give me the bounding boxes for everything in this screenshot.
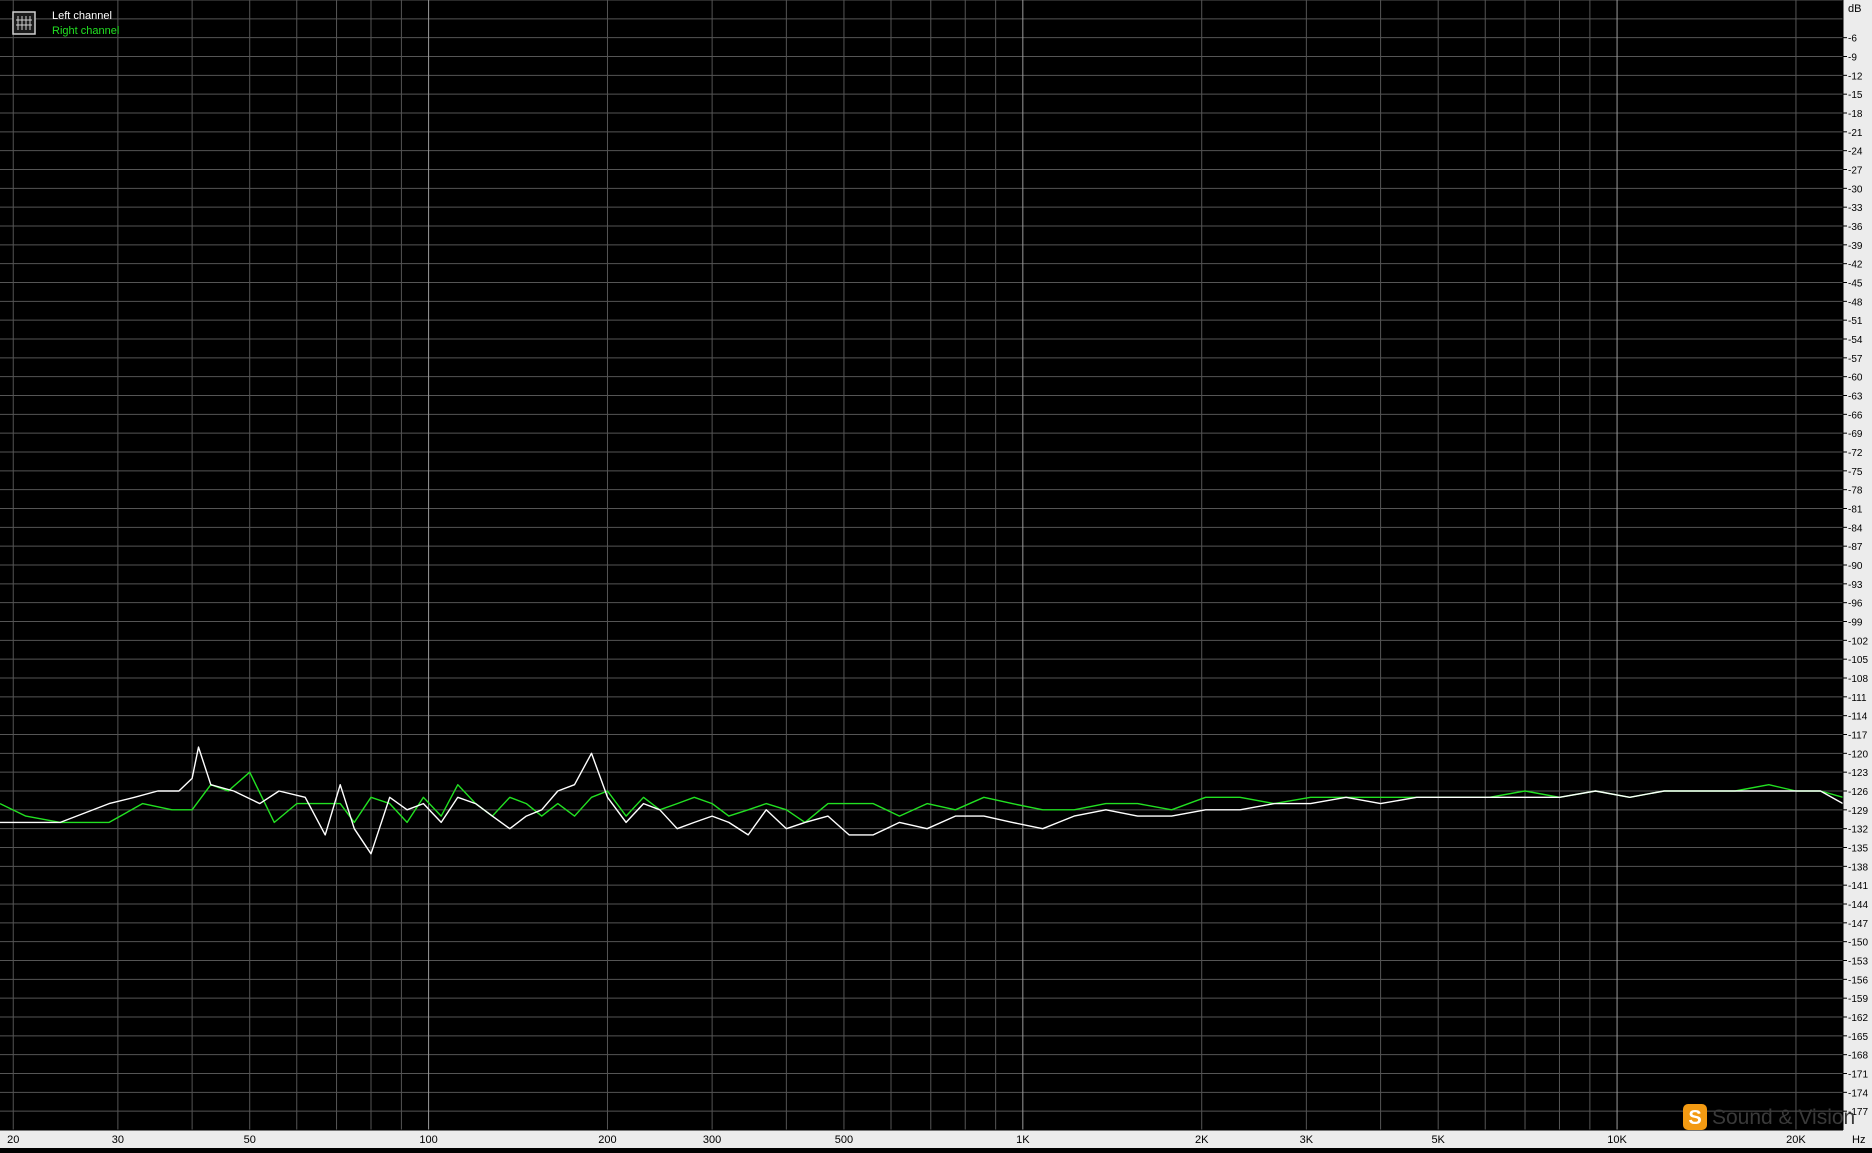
y-axis-unit: dB	[1848, 3, 1861, 15]
svg-text:S: S	[1688, 1107, 1701, 1129]
y-tick-label: -81	[1848, 505, 1863, 516]
y-tick-label: -18	[1848, 109, 1863, 120]
y-tick-label: -111	[1848, 693, 1867, 704]
x-tick-label: 300	[703, 1134, 721, 1146]
x-tick-label: 30	[112, 1134, 124, 1146]
y-tick-label: -51	[1848, 316, 1863, 327]
y-tick-label: -39	[1848, 241, 1863, 252]
y-tick-label: -99	[1848, 618, 1863, 629]
y-tick-label: -129	[1848, 806, 1868, 817]
y-tick-label: -159	[1848, 994, 1868, 1005]
x-tick-label: 2K	[1195, 1134, 1209, 1146]
y-tick-label: -45	[1848, 279, 1863, 290]
y-tick-label: -75	[1848, 467, 1863, 478]
x-tick-label: 200	[598, 1134, 616, 1146]
y-tick-label: -126	[1848, 787, 1868, 798]
y-tick-label: -102	[1848, 636, 1868, 647]
y-tick-label: -9	[1848, 53, 1857, 64]
y-tick-label: -114	[1848, 712, 1868, 723]
x-tick-label: 500	[835, 1134, 853, 1146]
y-tick-label: -90	[1848, 561, 1863, 572]
y-tick-label: -105	[1848, 655, 1868, 666]
y-tick-label: -30	[1848, 184, 1863, 195]
y-tick-label: -15	[1848, 90, 1863, 101]
y-tick-label: -42	[1848, 260, 1863, 271]
y-tick-label: -153	[1848, 957, 1868, 968]
y-tick-label: -174	[1848, 1088, 1868, 1099]
x-tick-label: 20K	[1786, 1134, 1806, 1146]
watermark-text: Sound & Vision	[1712, 1106, 1855, 1129]
y-tick-label: -60	[1848, 373, 1863, 384]
x-tick-label: 10K	[1607, 1134, 1627, 1146]
y-tick-label: -69	[1848, 429, 1863, 440]
y-tick-label: -93	[1848, 580, 1863, 591]
y-tick-label: -33	[1848, 203, 1863, 214]
y-tick-label: -72	[1848, 448, 1863, 459]
spectrum-chart: dB -6 -9 -12 -15 -18 -21 -24 -27 -30 -33 -36 -39 -42 -…	[0, 0, 1872, 1148]
y-tick-label: -96	[1848, 599, 1863, 610]
x-tick-label: 100	[419, 1134, 437, 1146]
x-axis-unit: Hz	[1852, 1134, 1865, 1146]
x-axis-panel	[0, 1130, 1872, 1148]
y-tick-label: -150	[1848, 938, 1868, 949]
x-tick-label: 5K	[1431, 1134, 1445, 1146]
x-tick-label: 20	[7, 1134, 19, 1146]
y-tick-label: -120	[1848, 749, 1868, 760]
y-tick-label: -78	[1848, 486, 1863, 497]
x-tick-label: 1K	[1016, 1134, 1030, 1146]
y-tick-label: -144	[1848, 900, 1868, 911]
y-tick-label: -84	[1848, 523, 1863, 534]
y-tick-label: -48	[1848, 297, 1863, 308]
y-tick-label: -171	[1848, 1070, 1868, 1081]
logo-icon: S	[1683, 1104, 1707, 1130]
y-tick-label: -156	[1848, 975, 1868, 986]
y-tick-label: -87	[1848, 542, 1863, 553]
y-tick-label: -132	[1848, 825, 1868, 836]
y-tick-label: -135	[1848, 844, 1868, 855]
y-tick-label: -117	[1848, 731, 1868, 742]
minor-grid	[0, 0, 1843, 1131]
y-tick-label: -57	[1848, 354, 1863, 365]
y-tick-label: -66	[1848, 410, 1863, 421]
spectrum-icon[interactable]	[12, 11, 36, 35]
y-tick-label: -6	[1848, 34, 1857, 45]
spectrum-plot: dB -6 -9 -12 -15 -18 -21 -24 -27 -30 -33 -36 -39 -42 -…	[0, 0, 1872, 1148]
legend-right-channel: Right channel	[52, 25, 119, 37]
y-tick-label: -108	[1848, 674, 1868, 685]
y-tick-label: -162	[1848, 1013, 1868, 1024]
y-tick-label: -141	[1848, 881, 1868, 892]
y-tick-label: -27	[1848, 166, 1863, 177]
y-tick-label: -24	[1848, 147, 1863, 158]
legend-left-channel: Left channel	[52, 10, 112, 22]
y-tick-label: -12	[1848, 71, 1863, 82]
y-tick-label: -168	[1848, 1051, 1868, 1062]
y-tick-label: -54	[1848, 335, 1863, 346]
y-tick-label: -36	[1848, 222, 1863, 233]
x-tick-label: 50	[244, 1134, 256, 1146]
y-tick-label: -21	[1848, 128, 1863, 139]
y-tick-label: -147	[1848, 919, 1868, 930]
y-tick-label: -63	[1848, 392, 1863, 403]
y-tick-label: -123	[1848, 768, 1868, 779]
y-tick-label: -138	[1848, 862, 1868, 873]
y-tick-label: -165	[1848, 1032, 1868, 1043]
x-tick-label: 3K	[1300, 1134, 1314, 1146]
plot-background	[0, 0, 1872, 1148]
